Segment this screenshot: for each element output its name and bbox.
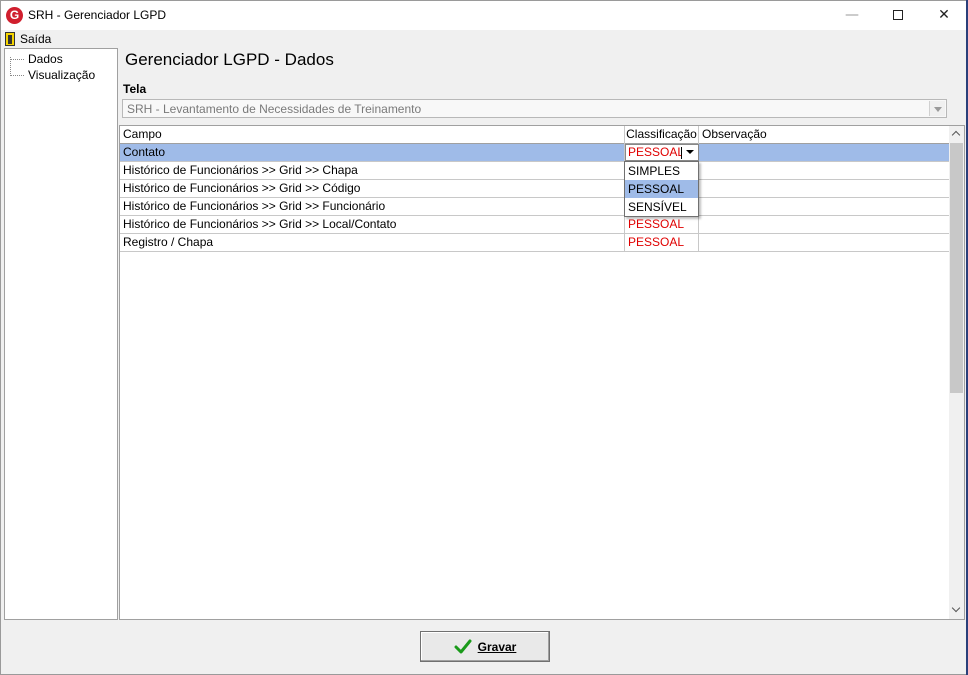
cell-observacao[interactable] xyxy=(699,162,949,179)
gravar-button[interactable]: Gravar xyxy=(420,631,550,662)
maximize-button[interactable] xyxy=(875,1,921,30)
menu-item-saida[interactable]: Saída xyxy=(5,31,51,47)
app-window: G SRH - Gerenciador LGPD — ✕ Saída Dados… xyxy=(0,0,968,675)
exit-door-icon xyxy=(5,32,15,46)
cell-observacao[interactable] xyxy=(699,234,949,251)
column-header-campo[interactable]: Campo xyxy=(120,126,625,144)
cell-observacao[interactable] xyxy=(699,144,949,161)
tree-item-label: Visualização xyxy=(28,68,96,82)
cell-observacao[interactable] xyxy=(699,216,949,233)
dropdown-option-simples[interactable]: SIMPLES xyxy=(625,162,698,180)
gravar-label: Gravar xyxy=(477,639,517,654)
cell-campo: Histórico de Funcionários >> Grid >> Fun… xyxy=(120,198,625,215)
page-title: Gerenciador LGPD - Dados xyxy=(125,50,334,69)
classificacao-dropdown: SIMPLES PESSOAL SENSÍVEL xyxy=(624,161,699,217)
table-row[interactable]: Histórico de Funcionários >> Grid >> Cha… xyxy=(120,162,949,180)
table-row[interactable]: Histórico de Funcionários >> Grid >> Cód… xyxy=(120,180,949,198)
minimize-button[interactable]: — xyxy=(829,1,875,30)
column-header-classificacao[interactable]: Classificação xyxy=(625,126,699,144)
window-title: SRH - Gerenciador LGPD xyxy=(28,8,167,22)
tree-item-dados[interactable]: Dados xyxy=(10,51,63,67)
vertical-scrollbar[interactable] xyxy=(949,126,964,619)
maximize-icon xyxy=(893,10,903,20)
close-button[interactable]: ✕ xyxy=(921,1,967,30)
tela-select-value: SRH - Levantamento de Necessidades de Tr… xyxy=(127,102,422,116)
dropdown-option-sensivel[interactable]: SENSÍVEL xyxy=(625,198,698,216)
classificacao-select-value: PESSOAL xyxy=(628,145,685,159)
scrollbar-thumb[interactable] xyxy=(950,143,963,393)
chevron-down-icon[interactable] xyxy=(929,101,945,116)
cell-campo: Registro / Chapa xyxy=(120,234,625,251)
column-header-observacao[interactable]: Observação xyxy=(699,126,949,144)
cell-classificacao[interactable]: PESSOAL xyxy=(625,216,699,233)
scroll-up-icon[interactable] xyxy=(949,126,964,143)
navigation-tree: Dados Visualização xyxy=(4,48,118,620)
table-row[interactable]: Contato PESSOAL xyxy=(120,144,949,162)
chevron-down-icon[interactable] xyxy=(682,145,698,160)
fields-grid: Campo Classificação Observação Contato P… xyxy=(119,125,965,620)
app-logo-icon: G xyxy=(6,7,23,24)
cell-campo: Histórico de Funcionários >> Grid >> Cód… xyxy=(120,180,625,197)
tree-branch xyxy=(10,58,24,60)
tela-label: Tela xyxy=(123,82,147,96)
tree-item-label: Dados xyxy=(28,52,63,66)
table-row[interactable]: Histórico de Funcionários >> Grid >> Fun… xyxy=(120,198,949,216)
dropdown-option-pessoal[interactable]: PESSOAL xyxy=(625,180,698,198)
cell-campo: Histórico de Funcionários >> Grid >> Cha… xyxy=(120,162,625,179)
tela-select[interactable]: SRH - Levantamento de Necessidades de Tr… xyxy=(122,99,947,118)
cell-campo: Histórico de Funcionários >> Grid >> Loc… xyxy=(120,216,625,233)
cell-classificacao[interactable]: PESSOAL xyxy=(625,234,699,251)
cell-observacao[interactable] xyxy=(699,198,949,215)
tree-item-visualizacao[interactable]: Visualização xyxy=(10,67,95,83)
cell-campo: Contato xyxy=(120,144,625,161)
grid-header: Campo Classificação Observação xyxy=(120,126,949,144)
check-icon xyxy=(454,639,472,653)
scroll-down-icon[interactable] xyxy=(949,602,964,619)
table-row[interactable]: Histórico de Funcionários >> Grid >> Loc… xyxy=(120,216,949,234)
classificacao-select[interactable]: PESSOAL xyxy=(625,144,699,161)
tree-branch xyxy=(10,74,24,76)
table-row[interactable]: Registro / Chapa PESSOAL xyxy=(120,234,949,252)
menu-item-label: Saída xyxy=(20,32,52,46)
cell-observacao[interactable] xyxy=(699,180,949,197)
menu-bar: Saída xyxy=(1,30,967,48)
title-bar[interactable]: G SRH - Gerenciador LGPD — ✕ xyxy=(1,1,967,30)
